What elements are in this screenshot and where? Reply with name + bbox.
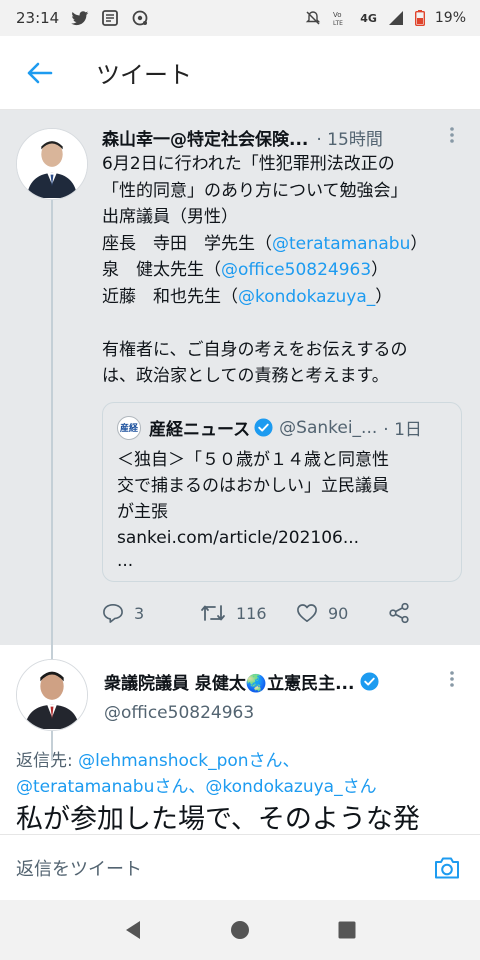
quote-text-line: 交で捕まるのはおかしい」立民議員 xyxy=(117,475,389,496)
sankei-logo: 産経 xyxy=(117,415,141,440)
reply-button[interactable]: 3 xyxy=(102,603,200,623)
retweet-icon xyxy=(201,605,225,621)
system-nav-bar xyxy=(0,900,480,960)
quote-text-line: が主張 xyxy=(117,501,168,522)
quote-header: 産経 産経ニュース @Sankei_... · 1日 xyxy=(117,415,447,441)
tweet-actions: 3 116 90 xyxy=(102,602,410,624)
volte-icon: Vo LTE xyxy=(332,10,350,26)
replying-to: 返信先: @lehmanshock_ponさん、 @teratamanabuさん… xyxy=(16,748,377,800)
tweet-text-line: 6月2日に行われた「性犯罪刑法改正の xyxy=(102,154,395,174)
tweet-header: 衆議院議員 泉健太🌏立憲民主... xyxy=(104,669,462,694)
tweet-text-line: 座長 寺田 学先生（@teratamanabu） xyxy=(102,233,428,254)
circle-home-icon xyxy=(230,921,249,939)
avatar[interactable] xyxy=(16,128,88,200)
tweet-text-line: は、政治家としての責務と考えます。 xyxy=(102,366,389,386)
quote-handle: @Sankei_... xyxy=(279,417,378,438)
square-recents-icon xyxy=(338,921,356,939)
author-name[interactable]: 衆議院議員 泉健太🌏立憲民主... xyxy=(104,669,354,694)
back-button[interactable] xyxy=(20,53,60,93)
more-vertical-icon xyxy=(450,126,454,143)
mute-icon xyxy=(304,10,322,26)
more-options-button[interactable] xyxy=(442,126,462,149)
status-bar: 23:14 Vo LTE 4G 19% xyxy=(0,0,480,36)
quote-link[interactable]: sankei.com/article/202106... xyxy=(117,525,447,551)
like-button[interactable]: 90 xyxy=(296,603,388,623)
more-options-button[interactable] xyxy=(442,670,462,693)
heart-icon xyxy=(297,604,317,622)
mention-link[interactable]: @kondokazuya_ xyxy=(238,287,375,307)
tweet-text-line: 泉 健太先生（@office50824963） xyxy=(102,260,389,280)
reply-count: 3 xyxy=(134,603,145,623)
svg-text:Vo: Vo xyxy=(333,11,342,19)
mention-link[interactable]: @kondokazuya_さん xyxy=(205,777,376,797)
tweet-text-line: 有権者に、ご自身の考えをお伝えするの xyxy=(102,339,408,360)
more-vertical-icon xyxy=(450,671,454,687)
status-time: 23:14 xyxy=(16,9,60,27)
signal-icon xyxy=(387,10,405,26)
mention-link[interactable]: @lehmanshock_ponさん、 xyxy=(78,751,299,771)
twitter-icon xyxy=(71,10,89,26)
author-handle[interactable]: @office50824963 xyxy=(104,703,254,723)
quote-text: ＜独自＞「５０歳が１４歳と同意性 交で捕まるのはおかしい」立民議員 が主張 sa… xyxy=(117,447,447,571)
svg-text:LTE: LTE xyxy=(333,20,343,26)
quote-tweet-card[interactable]: 産経 産経ニュース @Sankei_... · 1日 ＜独自＞「５０歳が１４歳と… xyxy=(102,401,462,582)
header: ツイート xyxy=(0,36,480,110)
quote-author-name: 産経ニュース xyxy=(149,420,251,440)
mention-link[interactable]: @office50824963 xyxy=(221,260,371,280)
camera-icon xyxy=(435,857,459,878)
tweet-time[interactable]: · 15時間 xyxy=(316,125,382,150)
network-label: 4G xyxy=(360,11,377,25)
arrow-left-icon xyxy=(27,62,53,83)
main-tweet-text: 私が参加した場で、そのような発 xyxy=(16,804,420,835)
quote-time: · 1日 xyxy=(383,420,422,440)
tweet-body: 森山幸一@特定社会保険... · 15時間 6月2日に行われた「性犯罪刑法改正の… xyxy=(102,124,462,582)
reply-icon xyxy=(103,604,123,623)
nav-home-button[interactable] xyxy=(220,910,260,950)
reply-compose-bar[interactable]: 返信をツイート xyxy=(0,834,480,900)
share-button[interactable] xyxy=(388,602,410,624)
retweet-count: 116 xyxy=(236,603,267,623)
nav-recents-button[interactable] xyxy=(327,910,367,950)
tweet-text-line: 近藤 和也先生（@kondokazuya_） xyxy=(102,286,393,307)
tweet-text: 6月2日に行われた「性犯罪刑法改正の 「性的同意」のあり方について勉強会」 出席… xyxy=(102,151,462,390)
news-icon xyxy=(101,10,119,26)
tweet-text-line: 出席議員（男性） xyxy=(102,207,238,227)
quote-text-line: ... xyxy=(117,550,134,571)
author-name[interactable]: 森山幸一@特定社会保険... xyxy=(102,125,308,150)
triangle-back-icon xyxy=(126,921,141,939)
replying-label: 返信先: xyxy=(16,751,79,771)
podcast-icon xyxy=(131,10,149,26)
avatar[interactable] xyxy=(16,659,88,731)
verified-badge-icon xyxy=(254,418,273,437)
nav-back-button[interactable] xyxy=(113,910,153,950)
mention-link[interactable]: @teratamanabuさん、 xyxy=(16,777,205,797)
battery-icon xyxy=(414,10,425,26)
mention-link[interactable]: @teratamanabu xyxy=(272,234,410,254)
like-count: 90 xyxy=(328,603,349,623)
tweet-text-line: 「性的同意」のあり方について勉強会」 xyxy=(102,180,408,201)
share-icon xyxy=(389,602,409,624)
verified-badge-icon xyxy=(360,672,379,691)
parent-tweet[interactable]: 森山幸一@特定社会保険... · 15時間 6月2日に行われた「性犯罪刑法改正の… xyxy=(0,110,480,760)
reply-input[interactable]: 返信をツイート xyxy=(16,855,142,881)
page-title: ツイート xyxy=(96,61,192,89)
retweet-button[interactable]: 116 xyxy=(200,603,296,623)
quote-text-line: ＜独自＞「５０歳が１４歳と同意性 xyxy=(117,449,389,470)
main-tweet[interactable]: 衆議院議員 泉健太🌏立憲民主... @office50824963 返信先: @… xyxy=(0,645,480,835)
battery-percent: 19% xyxy=(434,10,466,26)
tweet-header: 森山幸一@特定社会保険... · 15時間 xyxy=(102,124,462,150)
camera-button[interactable] xyxy=(432,854,462,882)
